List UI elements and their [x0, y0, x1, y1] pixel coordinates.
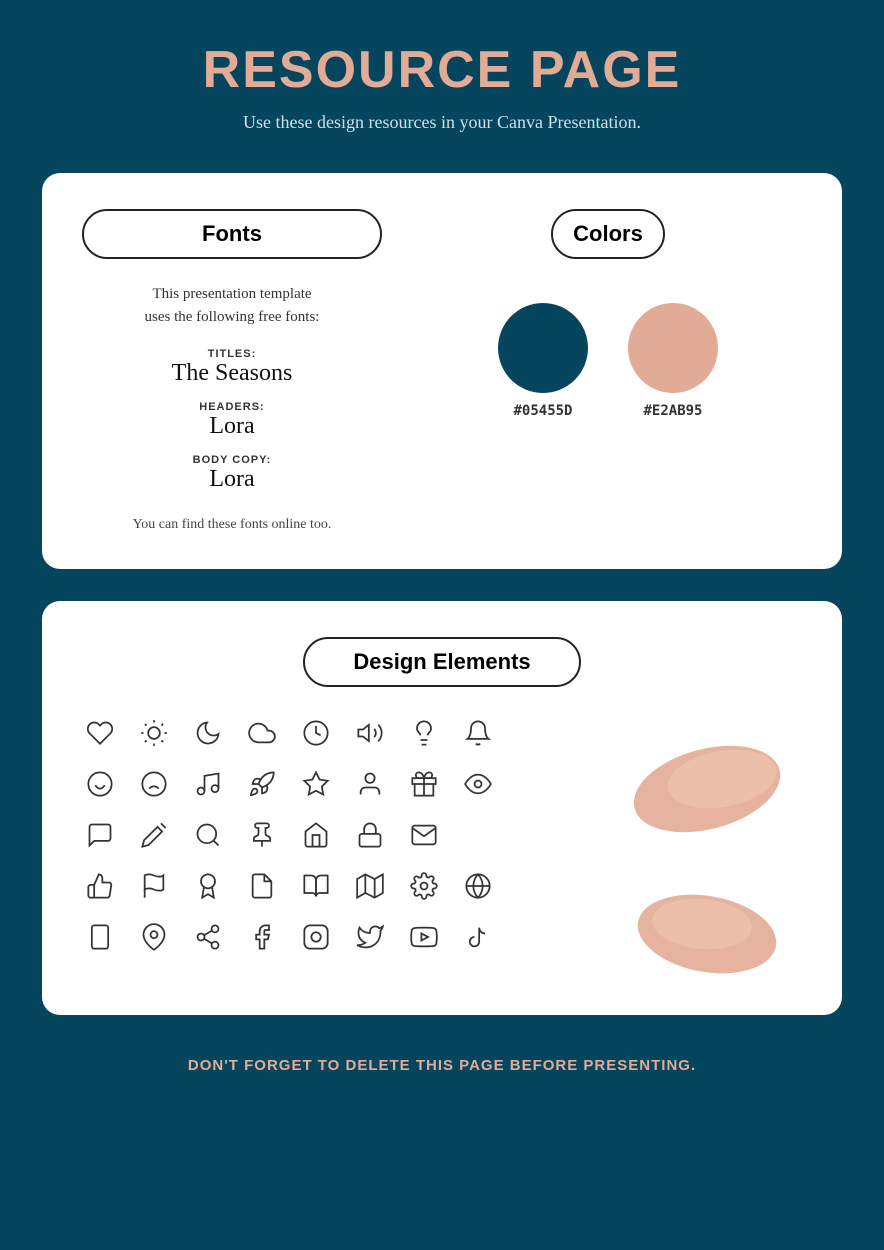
- decorative-blobs: [622, 719, 802, 979]
- moon-icon: [190, 719, 226, 752]
- page-title: RESOURCE PAGE: [203, 40, 682, 100]
- headers-font-name: Lora: [82, 413, 382, 440]
- blob-1: [622, 739, 792, 839]
- facebook-icon: [244, 923, 280, 956]
- music-icon: [190, 770, 226, 803]
- body-font-name: Lora: [82, 466, 382, 493]
- twitter-icon: [352, 923, 388, 956]
- icons-row-4: [82, 872, 602, 905]
- clock-icon: [298, 719, 334, 752]
- rocket-icon: [244, 770, 280, 803]
- pencil-icon: [136, 821, 172, 854]
- cloud-icon: [244, 719, 280, 752]
- blob-2: [622, 879, 792, 979]
- phone-icon: [82, 923, 118, 956]
- bell-icon: [460, 719, 496, 752]
- eye-icon: [460, 770, 496, 803]
- icons-area: [82, 719, 802, 979]
- design-elements-header: Design Elements: [82, 637, 802, 687]
- swatch-circle-1: [498, 303, 588, 393]
- user-icon: [352, 770, 388, 803]
- heart-icon: [82, 719, 118, 752]
- share-icon: [190, 923, 226, 956]
- titles-label: TITLES:: [82, 348, 382, 360]
- fonts-intro: This presentation template uses the foll…: [82, 283, 382, 328]
- fonts-section: Fonts This presentation template uses th…: [82, 209, 382, 533]
- award-icon: [190, 872, 226, 905]
- color-swatches: #05455D #E2AB95: [498, 303, 718, 419]
- fonts-header: Fonts: [82, 209, 382, 259]
- lightbulb-icon: [406, 719, 442, 752]
- search-icon: [190, 821, 226, 854]
- smile-icon: [82, 770, 118, 803]
- instagram-icon: [298, 923, 334, 956]
- colors-header: Colors: [551, 209, 665, 259]
- fonts-footer: You can find these fonts online too.: [82, 517, 382, 533]
- swatch-circle-2: [628, 303, 718, 393]
- icons-row-3: [82, 821, 602, 854]
- titles-font-name: The Seasons: [82, 360, 382, 387]
- design-elements-label: Design Elements: [303, 637, 580, 687]
- design-elements-card: Design Elements: [42, 601, 842, 1015]
- headers-label: HEADERS:: [82, 401, 382, 413]
- pin-icon: [244, 821, 280, 854]
- titles-font-item: TITLES: The Seasons: [82, 348, 382, 387]
- location-icon: [136, 923, 172, 956]
- footer-warning: DON'T FORGET TO DELETE THIS PAGE BEFORE …: [188, 1057, 696, 1074]
- book-icon: [298, 872, 334, 905]
- lock-icon: [352, 821, 388, 854]
- file-icon: [244, 872, 280, 905]
- icons-row-5: [82, 923, 602, 956]
- frown-icon: [136, 770, 172, 803]
- map-icon: [352, 872, 388, 905]
- body-label: BODY COPY:: [82, 454, 382, 466]
- color-swatch-1: #05455D: [498, 303, 588, 419]
- settings-icon: [406, 872, 442, 905]
- chat-icon: [82, 821, 118, 854]
- headers-font-item: HEADERS: Lora: [82, 401, 382, 440]
- fonts-colors-card: Fonts This presentation template uses th…: [42, 173, 842, 569]
- body-font-item: BODY COPY: Lora: [82, 454, 382, 493]
- megaphone-icon: [352, 719, 388, 752]
- page-subtitle: Use these design resources in your Canva…: [243, 112, 641, 133]
- color-swatch-2: #E2AB95: [628, 303, 718, 419]
- thumbsup-icon: [82, 872, 118, 905]
- icons-row-2: [82, 770, 602, 803]
- icons-grid: [82, 719, 602, 979]
- youtube-icon: [406, 923, 442, 956]
- mail-icon: [406, 821, 442, 854]
- swatch-label-1: #05455D: [513, 403, 572, 419]
- colors-section: Colors #05455D #E2AB95: [414, 209, 802, 533]
- gift-icon: [406, 770, 442, 803]
- home-icon: [298, 821, 334, 854]
- icons-row-1: [82, 719, 602, 752]
- swatch-label-2: #E2AB95: [643, 403, 702, 419]
- globe-icon: [460, 872, 496, 905]
- star-icon: [298, 770, 334, 803]
- sun-icon: [136, 719, 172, 752]
- tiktok-icon: [460, 923, 496, 956]
- flag-icon: [136, 872, 172, 905]
